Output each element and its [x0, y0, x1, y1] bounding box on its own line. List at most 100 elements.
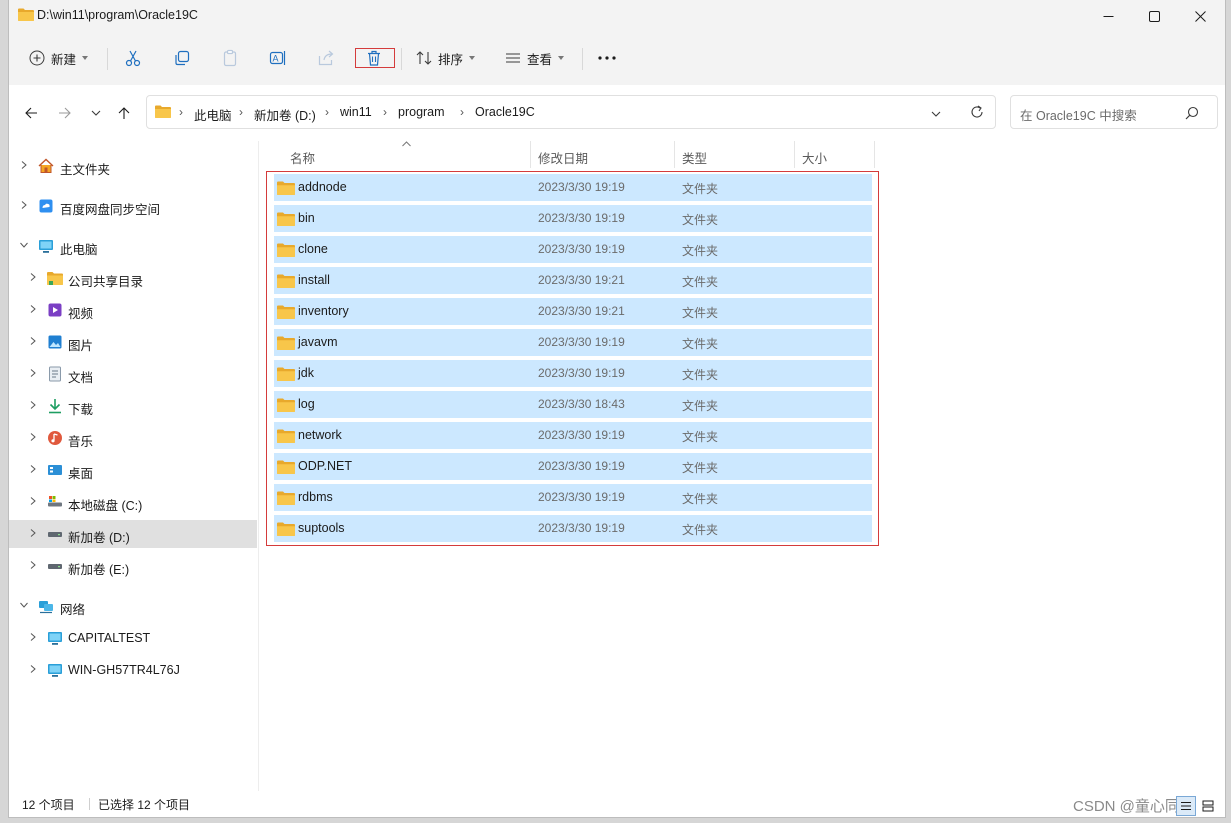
chevron-down-icon	[20, 602, 28, 608]
chevron-right-icon	[30, 633, 36, 641]
sidebar-item-drive-d[interactable]: 新加卷 (D:)	[9, 520, 257, 548]
sidebar-item-label: 桌面	[68, 467, 94, 481]
column-divider[interactable]	[874, 141, 875, 168]
toolbar-divider	[107, 48, 108, 70]
chevron-right-icon: ›	[239, 105, 243, 119]
document-icon	[49, 366, 61, 382]
view-label: 查看	[527, 52, 553, 67]
drive-icon	[48, 496, 62, 507]
chevron-right-icon: ›	[383, 105, 387, 119]
sidebar-item-pictures[interactable]: 图片	[9, 328, 257, 356]
sidebar-item-home[interactable]: 主文件夹	[9, 152, 257, 180]
column-header-type[interactable]: 类型	[675, 141, 795, 168]
minimize-button[interactable]	[1085, 0, 1131, 32]
chevron-right-icon	[21, 161, 27, 169]
forward-button[interactable]	[54, 102, 76, 124]
chevron-right-icon	[30, 561, 36, 569]
chevron-down-icon	[469, 56, 476, 60]
sidebar-item-win-host[interactable]: WIN-GH57TR4L76J	[9, 656, 257, 684]
new-button[interactable]: 新建	[29, 44, 89, 72]
sort-button[interactable]: 排序	[416, 44, 476, 72]
sort-ascending-icon	[402, 141, 411, 147]
breadcrumb-item[interactable]: program	[398, 105, 445, 119]
item-count: 12 个项目	[22, 798, 75, 812]
view-button[interactable]: 查看	[505, 44, 565, 72]
sidebar-item-label: 视频	[68, 307, 94, 321]
title-bar[interactable]: D:\win11\program\Oracle19C	[9, 0, 1225, 32]
drive-icon	[48, 564, 62, 569]
search-icon	[1185, 106, 1199, 120]
up-button[interactable]	[113, 102, 135, 124]
status-divider	[89, 798, 90, 810]
arrow-left-icon	[25, 107, 37, 119]
copy-button[interactable]	[173, 44, 191, 72]
top-bar: D:\win11\program\Oracle19C 新建 A 排序 查看	[9, 0, 1225, 86]
chevron-right-icon	[30, 369, 36, 377]
paste-button[interactable]	[221, 44, 239, 72]
breadcrumb-item[interactable]: 新加卷 (D:)	[254, 105, 316, 124]
sidebar-item-shared-folder[interactable]: 公司共享目录	[9, 264, 257, 292]
address-row: › 此电脑 › 新加卷 (D:) › win11 › program › Ora…	[9, 85, 1225, 141]
sidebar-item-baidu-sync[interactable]: 百度网盘同步空间	[9, 192, 257, 220]
column-header-name[interactable]: 名称	[259, 141, 531, 168]
column-header-size[interactable]: 大小	[795, 141, 875, 168]
sidebar-item-label: 新加卷 (D:)	[68, 531, 130, 545]
refresh-button[interactable]	[970, 105, 984, 122]
monitor-icon	[48, 632, 62, 645]
sidebar-item-this-pc[interactable]: 此电脑	[9, 232, 257, 260]
folder-icon	[47, 272, 63, 285]
sidebar-item-videos[interactable]: 视频	[9, 296, 257, 324]
command-bar: 新建 A 排序 查看	[9, 40, 1225, 78]
sidebar-item-label: 网络	[60, 603, 86, 617]
selected-count: 已选择 12 个项目	[98, 798, 191, 812]
maximize-button[interactable]	[1131, 0, 1177, 32]
sidebar-item-desktop[interactable]: 桌面	[9, 456, 257, 484]
sidebar-item-label: CAPITALTEST	[68, 631, 151, 645]
status-bar: 12 个项目 已选择 12 个项目	[9, 791, 1225, 817]
search-box[interactable]: 在 Oracle19C 中搜索	[1010, 95, 1218, 129]
sidebar-item-network[interactable]: 网络	[9, 592, 257, 620]
rename-button[interactable]: A	[269, 44, 287, 72]
sidebar-item-music[interactable]: 音乐	[9, 424, 257, 452]
search-input[interactable]: 在 Oracle19C 中搜索	[1020, 105, 1137, 124]
recent-locations-button[interactable]	[85, 102, 107, 124]
arrow-right-icon	[59, 107, 71, 119]
minimize-icon	[1103, 15, 1113, 17]
share-icon	[318, 50, 334, 66]
column-header-label: 名称	[290, 152, 316, 166]
sidebar-item-label: WIN-GH57TR4L76J	[68, 663, 180, 677]
sidebar-item-downloads[interactable]: 下载	[9, 392, 257, 420]
column-header-label: 修改日期	[538, 152, 589, 166]
sidebar-item-label: 此电脑	[60, 243, 98, 257]
breadcrumb-item[interactable]: 此电脑	[194, 105, 232, 124]
close-button[interactable]	[1177, 0, 1223, 32]
back-button[interactable]	[20, 102, 42, 124]
sidebar-item-label: 百度网盘同步空间	[60, 203, 161, 217]
address-bar[interactable]: › 此电脑 › 新加卷 (D:) › win11 › program › Ora…	[146, 95, 996, 129]
tiles-view-button[interactable]	[1198, 796, 1218, 816]
chevron-down-icon	[558, 56, 565, 60]
sidebar-item-capitaltest[interactable]: CAPITALTEST	[9, 624, 257, 652]
scissors-icon	[125, 50, 141, 67]
sidebar-item-label: 新加卷 (E:)	[68, 563, 130, 577]
sidebar-item-documents[interactable]: 文档	[9, 360, 257, 388]
breadcrumb-item[interactable]: win11	[340, 105, 372, 119]
address-history-button[interactable]	[931, 108, 941, 122]
share-button[interactable]	[317, 44, 335, 72]
column-header-modified[interactable]: 修改日期	[531, 141, 675, 168]
column-header-label: 大小	[802, 152, 828, 166]
maximize-icon	[1148, 10, 1160, 22]
delete-highlight-box	[355, 48, 395, 68]
folder-icon	[18, 8, 34, 21]
chevron-right-icon: ›	[179, 105, 183, 119]
cut-button[interactable]	[124, 44, 142, 72]
sidebar-item-label: 主文件夹	[60, 163, 111, 177]
more-options-button[interactable]	[598, 44, 616, 72]
drive-icon	[48, 532, 62, 537]
window-title: D:\win11\program\Oracle19C	[37, 8, 198, 22]
sidebar-item-drive-e[interactable]: 新加卷 (E:)	[9, 552, 257, 580]
details-view-button[interactable]	[1176, 796, 1196, 816]
breadcrumb-item[interactable]: Oracle19C	[475, 105, 535, 119]
tiles-view-icon	[1202, 800, 1214, 812]
sidebar-item-drive-c[interactable]: 本地磁盘 (C:)	[9, 488, 257, 516]
